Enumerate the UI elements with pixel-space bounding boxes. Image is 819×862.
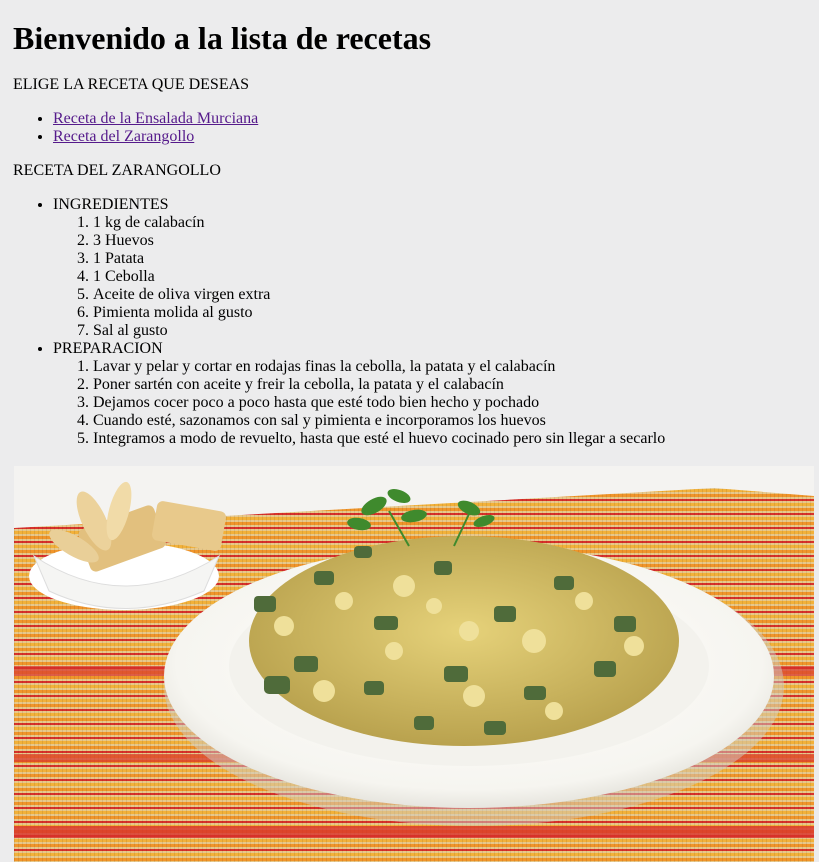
- ingredients-label: INGREDIENTES: [53, 196, 169, 213]
- list-item: Receta del Zarangollo: [53, 128, 806, 146]
- recipe-sections: INGREDIENTES 1 kg de calabacín 3 Huevos …: [13, 196, 806, 448]
- preparation-section: PREPARACION Lavar y pelar y cortar en ro…: [53, 340, 806, 448]
- ingredient-item: Pimienta molida al gusto: [93, 304, 806, 322]
- preparation-label: PREPARACION: [53, 340, 163, 357]
- ingredient-item: 1 kg de calabacín: [93, 214, 806, 232]
- recipe-title: RECETA DEL ZARANGOLLO: [13, 162, 221, 179]
- recipe-link-list: Receta de la Ensalada Murciana Receta de…: [13, 110, 806, 146]
- preparation-step: Cuando esté, sazonamos con sal y pimient…: [93, 412, 806, 430]
- ingredient-item: 3 Huevos: [93, 232, 806, 250]
- preparation-step: Poner sartén con aceite y freir la cebol…: [93, 376, 806, 394]
- choose-recipe-label: ELIGE LA RECETA QUE DESEAS: [13, 76, 250, 93]
- preparation-step: Integramos a modo de revuelto, hasta que…: [93, 430, 806, 448]
- link-zarangollo[interactable]: Receta del Zarangollo: [53, 128, 194, 145]
- ingredient-item: 1 Cebolla: [93, 268, 806, 286]
- ingredient-item: Aceite de oliva virgen extra: [93, 286, 806, 304]
- preparation-step: Lavar y pelar y cortar en rodajas finas …: [93, 358, 806, 376]
- list-item: Receta de la Ensalada Murciana: [53, 110, 806, 128]
- ingredient-item: Sal al gusto: [93, 322, 806, 340]
- zarangollo-photo: [14, 466, 814, 862]
- ingredient-item: 1 Patata: [93, 250, 806, 268]
- page-title: Bienvenido a la lista de recetas: [13, 20, 432, 56]
- zarangollo-dish-illustration: [14, 466, 814, 862]
- ingredients-list: 1 kg de calabacín 3 Huevos 1 Patata 1 Ce…: [53, 214, 806, 340]
- preparation-steps: Lavar y pelar y cortar en rodajas finas …: [53, 358, 806, 448]
- preparation-step: Dejamos cocer poco a poco hasta que esté…: [93, 394, 806, 412]
- ingredients-section: INGREDIENTES 1 kg de calabacín 3 Huevos …: [53, 196, 806, 340]
- link-ensalada-murciana[interactable]: Receta de la Ensalada Murciana: [53, 110, 258, 127]
- page-content: Bienvenido a la lista de recetas ELIGE L…: [0, 0, 819, 448]
